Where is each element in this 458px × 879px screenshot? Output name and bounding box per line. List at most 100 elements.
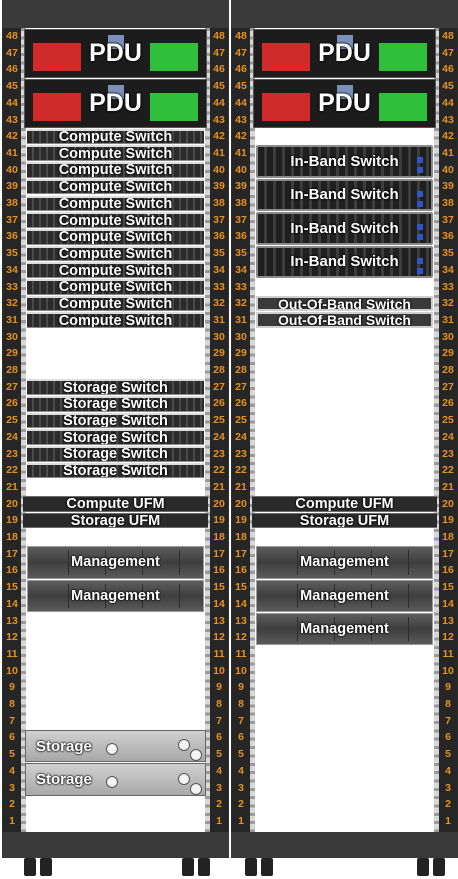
unit-number: 3 — [9, 781, 15, 794]
unit-number: 38 — [6, 197, 18, 209]
unit-number: 26 — [442, 397, 454, 410]
unit-number: 35 — [213, 247, 225, 260]
unit-number: 48 — [442, 30, 454, 42]
unit-number: 14 — [6, 597, 18, 610]
unit-number: 7 — [445, 714, 451, 727]
unit-number: 12 — [235, 631, 247, 644]
rack-bay: PDU PDU Compute Switch Compute Switch Comput… — [21, 28, 210, 832]
unit-number: 18 — [6, 531, 18, 543]
unit-number: 33 — [213, 280, 225, 293]
unit-number: 11 — [6, 647, 18, 660]
device-label: Management — [300, 554, 389, 571]
status-led — [417, 257, 423, 264]
status-led — [417, 224, 423, 231]
switch-1u-device: Compute Switch — [27, 262, 204, 278]
unit-number: 10 — [213, 664, 225, 677]
unit-number: 8 — [216, 698, 222, 710]
switch-1u-device: Compute Switch — [27, 195, 204, 212]
device-label: Storage UFM — [299, 512, 390, 529]
pdu-device: PDU — [24, 28, 207, 78]
unit-number: 47 — [442, 46, 454, 59]
drive-handle-icon — [178, 772, 190, 785]
status-led — [417, 157, 423, 164]
unit-number: 44 — [6, 96, 18, 109]
unit-number: 1 — [238, 814, 244, 827]
unit-number: 38 — [235, 197, 247, 209]
unit-number: 30 — [235, 330, 247, 343]
device-label: Out-Of-Band Switch — [278, 295, 411, 312]
device-label: Storage Switch — [63, 396, 168, 412]
unit-number: 1 — [216, 814, 222, 827]
device-label: In-Band Switch — [290, 253, 399, 271]
caster-wheel — [433, 858, 445, 876]
mgmt-device: Management — [256, 613, 433, 646]
unit-number: 44 — [235, 96, 247, 109]
unit-number: 2 — [9, 798, 15, 811]
unit-number: 39 — [6, 180, 18, 193]
unit-number: 1 — [9, 814, 15, 827]
unit-number: 22 — [235, 464, 247, 477]
unit-number: 7 — [216, 714, 222, 727]
drive-handle-icon — [190, 749, 202, 762]
device-label: PDU — [89, 88, 142, 117]
unit-number: 27 — [6, 380, 18, 393]
inband-device: In-Band Switch — [256, 212, 433, 245]
unit-number: 39 — [213, 180, 225, 193]
switch-1u-device: Compute Switch — [27, 245, 204, 262]
switch-1u-device: Compute Switch — [27, 212, 204, 228]
unit-number: 31 — [6, 313, 18, 326]
rack-top-panel — [2, 0, 229, 28]
pdu-outlet-bank — [150, 42, 198, 71]
unit-number: 29 — [6, 347, 18, 360]
unit-number: 19 — [442, 514, 454, 527]
pdu-device: PDU — [253, 78, 436, 128]
device-label: Management — [300, 621, 389, 638]
ufm-device: Storage UFM — [252, 512, 437, 529]
rack-bay: PDU PDU In-Band Switch In-Band Switch In-Ban… — [250, 28, 439, 832]
device-label: Out-Of-Band Switch — [278, 312, 411, 329]
unit-number: 40 — [442, 163, 454, 176]
unit-number: 31 — [442, 313, 454, 326]
unit-number: 33 — [6, 280, 18, 293]
unit-number: 14 — [442, 597, 454, 610]
caster-wheel — [182, 858, 194, 876]
unit-number: 36 — [213, 230, 225, 243]
unit-number: 38 — [442, 197, 454, 209]
caster-wheel — [261, 858, 273, 876]
unit-number: 2 — [238, 798, 244, 811]
unit-number: 47 — [6, 46, 18, 59]
unit-number: 43 — [442, 113, 454, 126]
device-label: Storage Switch — [63, 412, 168, 429]
device-label: Compute Switch — [58, 129, 173, 145]
unit-number: 40 — [235, 163, 247, 176]
unit-number: 38 — [213, 197, 225, 209]
unit-number: 37 — [442, 213, 454, 226]
unit-number: 20 — [235, 497, 247, 510]
unit-number: 41 — [6, 146, 18, 159]
unit-number: 9 — [216, 681, 222, 694]
unit-number: 28 — [235, 364, 247, 376]
device-label: PDU — [318, 88, 371, 117]
unit-number: 22 — [442, 464, 454, 477]
unit-number: 48 — [235, 30, 247, 42]
unit-rail-right: 48 47 46 45 44 43 42 41 40 39 38 37 36 35 34 33 32 31 30 29… — [439, 28, 457, 832]
unit-number: 2 — [445, 798, 451, 811]
unit-number: 43 — [235, 113, 247, 126]
unit-number: 11 — [235, 647, 247, 660]
rack-right: 48 47 46 45 44 43 42 41 40 39 38 37 36 35 34 33 32 31 30 29… — [231, 0, 458, 879]
unit-number: 21 — [213, 480, 225, 493]
unit-number: 39 — [235, 180, 247, 193]
device-label: Compute Switch — [58, 279, 173, 295]
device-label: In-Band Switch — [290, 186, 399, 204]
unit-number: 3 — [238, 781, 244, 794]
status-led — [417, 234, 423, 241]
unit-number: 34 — [213, 263, 225, 276]
status-led — [417, 167, 423, 174]
device-label: Compute Switch — [58, 179, 173, 195]
unit-number: 41 — [213, 146, 225, 159]
unit-number: 4 — [9, 764, 15, 777]
unit-number: 5 — [238, 748, 244, 761]
switch-1u-device: Compute Switch — [27, 228, 204, 245]
unit-number: 11 — [213, 647, 225, 660]
unit-number: 20 — [442, 497, 454, 510]
